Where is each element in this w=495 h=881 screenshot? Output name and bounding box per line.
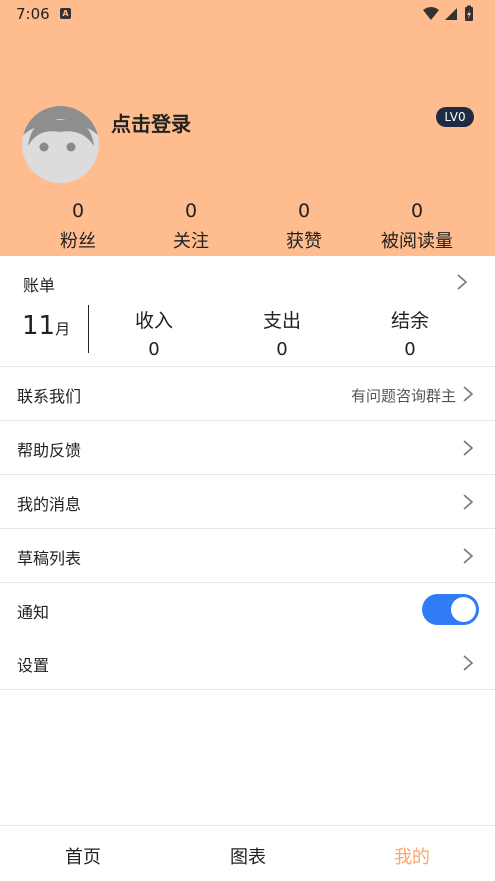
chevron-right-icon: [463, 655, 474, 671]
stat-reads-value: 0: [410, 200, 424, 222]
stat-fans[interactable]: 0 粉丝: [23, 198, 133, 256]
bill-expense: 支出 0: [232, 308, 332, 362]
avatar[interactable]: [22, 106, 99, 183]
menu-settings[interactable]: 设置: [0, 636, 495, 690]
menu-drafts[interactable]: 草稿列表: [0, 529, 495, 583]
bill-month[interactable]: 11月: [22, 311, 70, 341]
menu-notifications: 通知: [0, 583, 495, 637]
bill-month-unit: 月: [55, 320, 71, 338]
wifi-icon: [423, 7, 439, 20]
stat-reads-label: 被阅读量: [381, 231, 453, 252]
stat-reads[interactable]: 0 被阅读量: [362, 198, 472, 256]
chevron-right-icon: [463, 440, 474, 456]
menu-my-messages[interactable]: 我的消息: [0, 475, 495, 529]
bill-balance-label: 结余: [390, 310, 429, 332]
tab-mine[interactable]: 我的: [352, 843, 472, 869]
status-bar: 7:06 A: [0, 0, 495, 28]
chevron-right-icon: [457, 274, 468, 290]
menu-help-feedback-label: 帮助反馈: [17, 441, 82, 460]
tab-charts[interactable]: 图表: [188, 843, 308, 869]
bill-divider: [88, 305, 89, 353]
chevron-right-icon: [463, 548, 474, 564]
signal-icon: [445, 8, 457, 20]
stat-likes[interactable]: 0 获赞: [249, 198, 359, 256]
menu-contact-us-hint: 有问题咨询群主: [350, 387, 456, 405]
stat-following-value: 0: [184, 200, 198, 222]
bill-title: 账单: [23, 276, 56, 295]
bill-expense-value: 0: [276, 339, 288, 360]
stat-likes-value: 0: [297, 200, 311, 222]
bottom-tab-bar: 首页 图表 我的: [0, 825, 495, 881]
bill-expense-label: 支出: [262, 310, 301, 332]
menu-my-messages-label: 我的消息: [17, 495, 82, 514]
avatar-icon: [22, 106, 99, 183]
menu-contact-us-label: 联系我们: [17, 387, 82, 406]
menu-contact-us[interactable]: 联系我们 有问题咨询群主: [0, 367, 495, 421]
bill-month-number: 11: [22, 311, 56, 341]
stat-fans-label: 粉丝: [60, 231, 96, 252]
level-badge: LV0: [436, 107, 474, 127]
chevron-right-icon: [463, 386, 474, 402]
stat-following-label: 关注: [173, 231, 209, 252]
stat-fans-value: 0: [71, 200, 85, 222]
bill-balance: 结余 0: [360, 308, 460, 362]
status-time: 7:06: [16, 5, 50, 23]
a-icon: A: [60, 8, 71, 19]
menu-drafts-label: 草稿列表: [17, 549, 82, 568]
menu-settings-label: 设置: [17, 656, 50, 675]
menu-notifications-label: 通知: [17, 603, 50, 622]
bill-income: 收入 0: [104, 308, 204, 362]
bill-card[interactable]: 账单 11月 收入 0 支出 0 结余 0: [0, 256, 495, 367]
status-icons: [423, 5, 473, 21]
bill-income-value: 0: [148, 339, 160, 360]
stat-likes-label: 获赞: [286, 231, 322, 252]
chevron-right-icon: [463, 494, 474, 510]
toggle-knob: [451, 597, 476, 622]
profile-header: 7:06 A 点击登录 LV0 0 粉丝 0 关注 0 获赞 0 被阅读量: [0, 0, 495, 256]
notifications-toggle[interactable]: [422, 594, 479, 625]
tab-home[interactable]: 首页: [23, 843, 143, 869]
login-button[interactable]: 点击登录: [111, 108, 191, 137]
stat-following[interactable]: 0 关注: [136, 198, 246, 256]
menu-help-feedback[interactable]: 帮助反馈: [0, 421, 495, 475]
bill-balance-value: 0: [404, 339, 416, 360]
bill-income-label: 收入: [134, 310, 173, 332]
